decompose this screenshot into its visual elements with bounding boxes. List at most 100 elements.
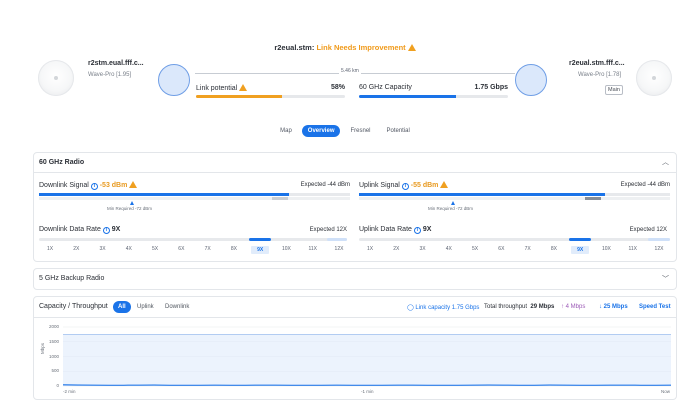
- warning-icon: [129, 181, 138, 188]
- right-device-model: Wave-Pro [1.78]: [578, 72, 622, 78]
- min-required-marker: [130, 201, 134, 205]
- min-required-marker: [451, 201, 455, 205]
- right-device-image: [636, 60, 672, 96]
- segment-downlink[interactable]: Downlink: [160, 301, 194, 313]
- rate-label: 5X: [472, 246, 479, 252]
- tab-map[interactable]: Map: [274, 125, 298, 137]
- rate-label: 7X: [204, 246, 211, 252]
- rate-label: 6X: [498, 246, 505, 252]
- radio-60-title: 60 GHz Radio: [39, 159, 85, 166]
- downlink-signal-label: Downlink Signal i -53 dBm: [39, 181, 138, 190]
- x-tick-label: -2 min: [63, 389, 76, 394]
- uplink-signal-range: [585, 197, 601, 200]
- main-badge: Main: [605, 85, 623, 95]
- uplink-rate-expected: Expected 12X: [629, 227, 667, 233]
- total-throughput-stat: Total throughput 29 Mbps: [484, 304, 555, 310]
- series-line-1: [63, 384, 671, 386]
- downlink-min-required: Min Required -72 dBm: [107, 206, 153, 211]
- downlink-rate-label: Downlink Data Rate i 9X: [39, 226, 121, 234]
- rate-label: 11X: [308, 246, 317, 252]
- rate-label: 10X: [602, 246, 611, 252]
- capacity-60-bar: [359, 95, 508, 98]
- y-tick-label: 2000: [48, 324, 59, 329]
- rate-label: 8X: [230, 246, 237, 252]
- info-icon[interactable]: i: [413, 227, 421, 234]
- segment-uplink[interactable]: Uplink: [132, 301, 159, 313]
- divider: [33, 172, 677, 173]
- rate-label: 1X: [46, 246, 54, 252]
- rate-label: 12X: [654, 246, 664, 252]
- link-title: r2eual.stm: Link Needs Improvement: [0, 43, 690, 52]
- rate-label: 4X: [125, 246, 132, 252]
- segment-all[interactable]: All: [113, 301, 131, 313]
- capacity-title: Capacity / Throughput: [39, 303, 108, 310]
- link-potential-fill: [196, 95, 283, 98]
- warning-icon: [440, 181, 449, 188]
- link-potential-bar: [196, 95, 345, 98]
- downlink-rate-track: [39, 238, 347, 241]
- rate-label: 2X: [73, 246, 80, 252]
- upload-stat: ↑ 4 Mbps: [561, 304, 586, 310]
- y-tick-label: 1000: [48, 353, 59, 359]
- uplink-rate-expected-seg: [648, 238, 670, 241]
- rate-label: 10X: [282, 246, 291, 252]
- arrow-up-icon: ↑: [561, 304, 564, 310]
- capacity-60-value: 1.75 Gbps: [474, 84, 508, 91]
- tab-potential[interactable]: Potential: [381, 125, 416, 137]
- arrow-down-icon: ↓: [599, 304, 602, 310]
- rate-label: 1X: [366, 246, 374, 252]
- left-device-image: [38, 60, 74, 96]
- uplink-signal-fill: [359, 193, 605, 196]
- distance-label: 5.46 km: [339, 68, 361, 74]
- left-device-model: Wave-Pro [1.95]: [88, 72, 132, 78]
- rate-label: 9X: [251, 246, 270, 254]
- uplink-min-required: Min Required -72 dBm: [428, 206, 474, 211]
- download-stat: ↓ 25 Mbps: [599, 304, 628, 310]
- link-capacity-icon: ◯: [407, 305, 414, 311]
- info-icon[interactable]: i: [102, 227, 110, 234]
- rate-label: 7X: [524, 246, 531, 252]
- right-device-name[interactable]: r2eual.stm.fff.c...: [569, 60, 625, 67]
- left-device-name[interactable]: r2stm.eual.fff.c...: [88, 60, 144, 67]
- uplink-rate-label: Uplink Data Rate i 9X: [359, 226, 432, 234]
- info-icon[interactable]: i: [90, 183, 98, 190]
- downlink-signal-fill: [39, 193, 289, 196]
- series-area-0: [63, 334, 671, 386]
- chevron-up-icon[interactable]: ︿: [662, 157, 669, 167]
- chevron-down-icon[interactable]: ﹀: [662, 274, 669, 284]
- rate-label: 6X: [178, 246, 185, 252]
- uplink-signal-expected: Expected -44 dBm: [620, 182, 670, 188]
- speed-test-link[interactable]: Speed Test: [639, 304, 671, 310]
- downlink-signal-expected: Expected -44 dBm: [300, 182, 350, 188]
- rate-label: 2X: [393, 246, 400, 252]
- info-icon[interactable]: i: [401, 183, 409, 190]
- link-potential-label: Link potential: [196, 84, 248, 92]
- x-tick-label: -1 min: [361, 389, 374, 394]
- tab-fresnel[interactable]: Fresnel: [344, 125, 376, 137]
- warning-icon: [407, 44, 416, 51]
- rate-label: 5X: [152, 246, 159, 252]
- y-tick-label: 1500: [48, 338, 59, 344]
- y-tick-label: 500: [51, 368, 59, 374]
- downlink-rate-expected: Expected 12X: [309, 227, 347, 233]
- uplink-signal-label: Uplink Signal i -55 dBm: [359, 181, 449, 190]
- link-potential-value: 58%: [330, 84, 345, 91]
- rate-label: 4X: [445, 246, 452, 252]
- uplink-rate-current: [569, 238, 591, 241]
- tab-overview[interactable]: Overview: [301, 125, 341, 137]
- rate-label: 3X: [419, 246, 426, 252]
- rate-label: 9X: [571, 246, 590, 254]
- capacity-60-label: 60 GHz Capacity: [359, 84, 412, 91]
- x-tick-label: Now: [661, 389, 671, 394]
- backup-radio-title: 5 GHz Backup Radio: [39, 275, 105, 282]
- link-name: r2eual.stm:: [274, 43, 315, 52]
- y-tick-label: 0: [56, 383, 59, 388]
- view-tabs: Map Overview Fresnel Potential: [0, 125, 690, 137]
- throughput-chart: [63, 326, 671, 387]
- rate-label: 8X: [550, 246, 557, 252]
- capacity-60-fill: [359, 95, 456, 98]
- rate-label: 11X: [628, 246, 637, 252]
- chart-ylabel: Mbps: [40, 342, 46, 355]
- backup-radio-panel[interactable]: [33, 268, 677, 290]
- uplink-rate-track: [359, 238, 670, 241]
